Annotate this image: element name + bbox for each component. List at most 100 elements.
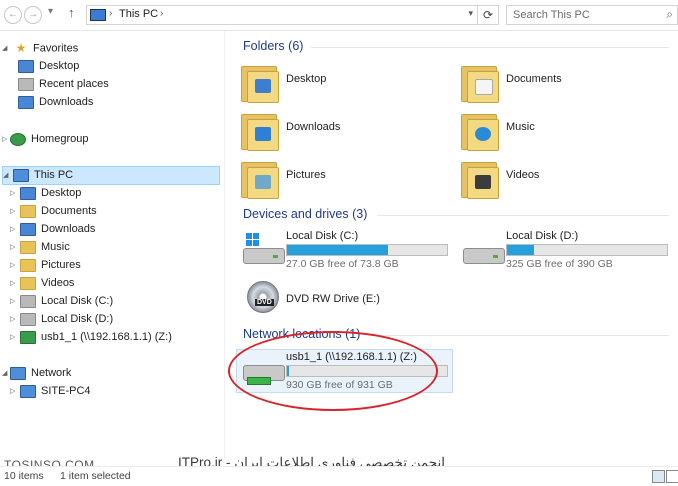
homegroup-icon bbox=[10, 132, 26, 146]
collapse-arrow-icon[interactable]: ◢ bbox=[3, 167, 8, 184]
network-drive-z[interactable]: usb1_1 (\\192.168.1.1) (Z:) 930 GB free … bbox=[241, 351, 451, 391]
drive-local-disk-d[interactable]: Local Disk (D:) 325 GB free of 390 GB bbox=[461, 230, 671, 272]
drive-usage-bar bbox=[506, 244, 668, 256]
breadcrumb-this-pc[interactable]: This PC bbox=[119, 8, 158, 20]
nav-favorites-recent[interactable]: Recent places bbox=[18, 76, 109, 93]
navigation-pane: ◢ ★ Favorites Desktop Recent places Downl… bbox=[0, 31, 225, 459]
details-view-icon[interactable] bbox=[652, 470, 665, 483]
hard-drive-icon bbox=[461, 230, 507, 270]
nav-label: Favorites bbox=[33, 42, 79, 55]
expand-arrow-icon[interactable]: ▷ bbox=[10, 311, 15, 328]
folders-group-header[interactable]: Folders (6) bbox=[243, 39, 303, 53]
drive-name: usb1_1 (\\192.168.1.1) (Z:) bbox=[286, 351, 417, 363]
nav-pc-pictures[interactable]: ▷ Pictures bbox=[10, 257, 81, 274]
nav-pc-music[interactable]: ▷ Music bbox=[10, 239, 70, 256]
desktop-icon bbox=[20, 186, 36, 200]
nav-favorites-downloads[interactable]: Downloads bbox=[18, 94, 93, 111]
expand-arrow-icon[interactable]: ▷ bbox=[10, 221, 15, 238]
nav-pc-local-disk-c[interactable]: ▷ Local Disk (C:) bbox=[10, 293, 114, 310]
pictures-folder-icon bbox=[241, 159, 279, 199]
nav-label: Network bbox=[31, 367, 72, 379]
nav-pc-network-drive-z[interactable]: ▷ usb1_1 (\\192.168.1.1) (Z:) bbox=[10, 329, 172, 346]
expand-arrow-icon[interactable]: ▷ bbox=[10, 185, 15, 202]
search-icon[interactable]: ⌕ bbox=[666, 7, 673, 22]
status-bar: 10 items 1 item selected bbox=[0, 466, 678, 486]
nav-favorites[interactable]: ◢ ★ Favorites bbox=[2, 40, 79, 57]
folder-label: Videos bbox=[506, 169, 540, 181]
desktop-icon bbox=[18, 59, 34, 73]
search-placeholder: Search This PC bbox=[513, 9, 590, 21]
network-drive-icon bbox=[20, 330, 36, 344]
music-folder-icon bbox=[461, 111, 499, 151]
collapse-arrow-icon[interactable]: ◢ bbox=[2, 365, 7, 382]
nav-pc-local-disk-d[interactable]: ▷ Local Disk (D:) bbox=[10, 311, 114, 328]
up-button[interactable]: ↑ bbox=[68, 5, 75, 20]
expand-arrow-icon[interactable]: ▷ bbox=[10, 383, 15, 400]
videos-folder-icon bbox=[461, 159, 499, 199]
nav-pc-desktop[interactable]: ▷ Desktop bbox=[10, 185, 81, 202]
nav-pc-documents[interactable]: ▷ Documents bbox=[10, 203, 97, 220]
expand-arrow-icon[interactable]: ▷ bbox=[10, 203, 15, 220]
nav-pc-downloads[interactable]: ▷ Downloads bbox=[10, 221, 95, 238]
item-count: 10 items bbox=[4, 470, 44, 482]
nav-network[interactable]: ◢ Network bbox=[2, 365, 72, 382]
nav-label: Music bbox=[41, 241, 70, 253]
drive-free-space: 930 GB free of 931 GB bbox=[286, 379, 393, 391]
collapse-arrow-icon[interactable]: ◢ bbox=[2, 40, 7, 57]
group-divider bbox=[373, 335, 669, 336]
network-locations-group-header[interactable]: Network locations (1) bbox=[243, 327, 360, 341]
computer-icon bbox=[20, 384, 36, 398]
documents-icon bbox=[20, 204, 36, 218]
breadcrumb-separator-icon: › bbox=[109, 8, 113, 19]
downloads-icon bbox=[18, 95, 34, 109]
downloads-folder-icon bbox=[241, 111, 279, 151]
nav-label: Local Disk (D:) bbox=[41, 313, 114, 325]
hard-drive-icon bbox=[20, 312, 36, 326]
nav-label: Downloads bbox=[39, 96, 94, 108]
nav-label: Homegroup bbox=[31, 133, 89, 145]
nav-pc-videos[interactable]: ▷ Videos bbox=[10, 275, 75, 292]
content-pane: Folders (6) Desktop Documents Downloads … bbox=[225, 31, 678, 459]
nav-label: usb1_1 (\\192.168.1.1) (Z:) bbox=[41, 331, 172, 343]
nav-label: Local Disk (C:) bbox=[41, 295, 114, 307]
recent-locations-chevron-icon[interactable]: ▾ bbox=[48, 6, 53, 17]
recent-places-icon bbox=[18, 77, 34, 91]
expand-arrow-icon[interactable]: ▷ bbox=[10, 329, 15, 346]
large-icons-view-icon[interactable] bbox=[666, 470, 678, 483]
expand-arrow-icon[interactable]: ▷ bbox=[10, 293, 15, 310]
address-dropdown-icon[interactable]: ▾ bbox=[468, 8, 473, 19]
pictures-icon bbox=[20, 258, 36, 272]
devices-group-header[interactable]: Devices and drives (3) bbox=[243, 207, 367, 221]
address-field[interactable]: › This PC › ▾ bbox=[86, 5, 478, 25]
breadcrumb-separator-icon[interactable]: › bbox=[160, 8, 163, 19]
nav-homegroup[interactable]: ▷ Homegroup bbox=[2, 131, 89, 148]
refresh-button[interactable]: ⟳ bbox=[477, 5, 499, 25]
nav-favorites-desktop[interactable]: Desktop bbox=[18, 58, 79, 75]
expand-arrow-icon[interactable]: ▷ bbox=[10, 239, 15, 256]
drive-free-space: 27.0 GB free of 73.8 GB bbox=[286, 258, 399, 270]
computer-icon bbox=[90, 9, 106, 21]
drive-dvd-e[interactable]: DVD DVD RW Drive (E:) bbox=[241, 281, 451, 321]
downloads-icon bbox=[20, 222, 36, 236]
address-toolbar: ← → ▾ ↑ › This PC › ▾ ⟳ Search This PC ⌕ bbox=[0, 0, 678, 31]
nav-label: Videos bbox=[41, 277, 75, 289]
folder-label: Documents bbox=[506, 73, 562, 85]
back-button[interactable]: ← bbox=[4, 6, 22, 24]
expand-arrow-icon[interactable]: ▷ bbox=[2, 131, 7, 148]
nav-label: Pictures bbox=[41, 259, 81, 271]
nav-label: SITE-PC4 bbox=[41, 385, 91, 397]
drive-usage-bar bbox=[286, 244, 448, 256]
search-input[interactable]: Search This PC ⌕ bbox=[506, 5, 678, 25]
drive-usage-bar bbox=[286, 365, 448, 377]
nav-label: Recent places bbox=[39, 78, 109, 90]
expand-arrow-icon[interactable]: ▷ bbox=[10, 257, 15, 274]
star-icon: ★ bbox=[15, 41, 27, 55]
nav-network-site-pc4[interactable]: ▷ SITE-PC4 bbox=[10, 383, 91, 400]
drive-name: DVD RW Drive (E:) bbox=[286, 293, 380, 305]
drive-local-disk-c[interactable]: Local Disk (C:) 27.0 GB free of 73.8 GB bbox=[241, 230, 451, 272]
forward-button[interactable]: → bbox=[24, 6, 42, 24]
nav-label: Documents bbox=[41, 205, 97, 217]
expand-arrow-icon[interactable]: ▷ bbox=[10, 275, 15, 292]
computer-icon bbox=[13, 168, 29, 182]
nav-this-pc[interactable]: ◢ This PC bbox=[2, 166, 220, 185]
